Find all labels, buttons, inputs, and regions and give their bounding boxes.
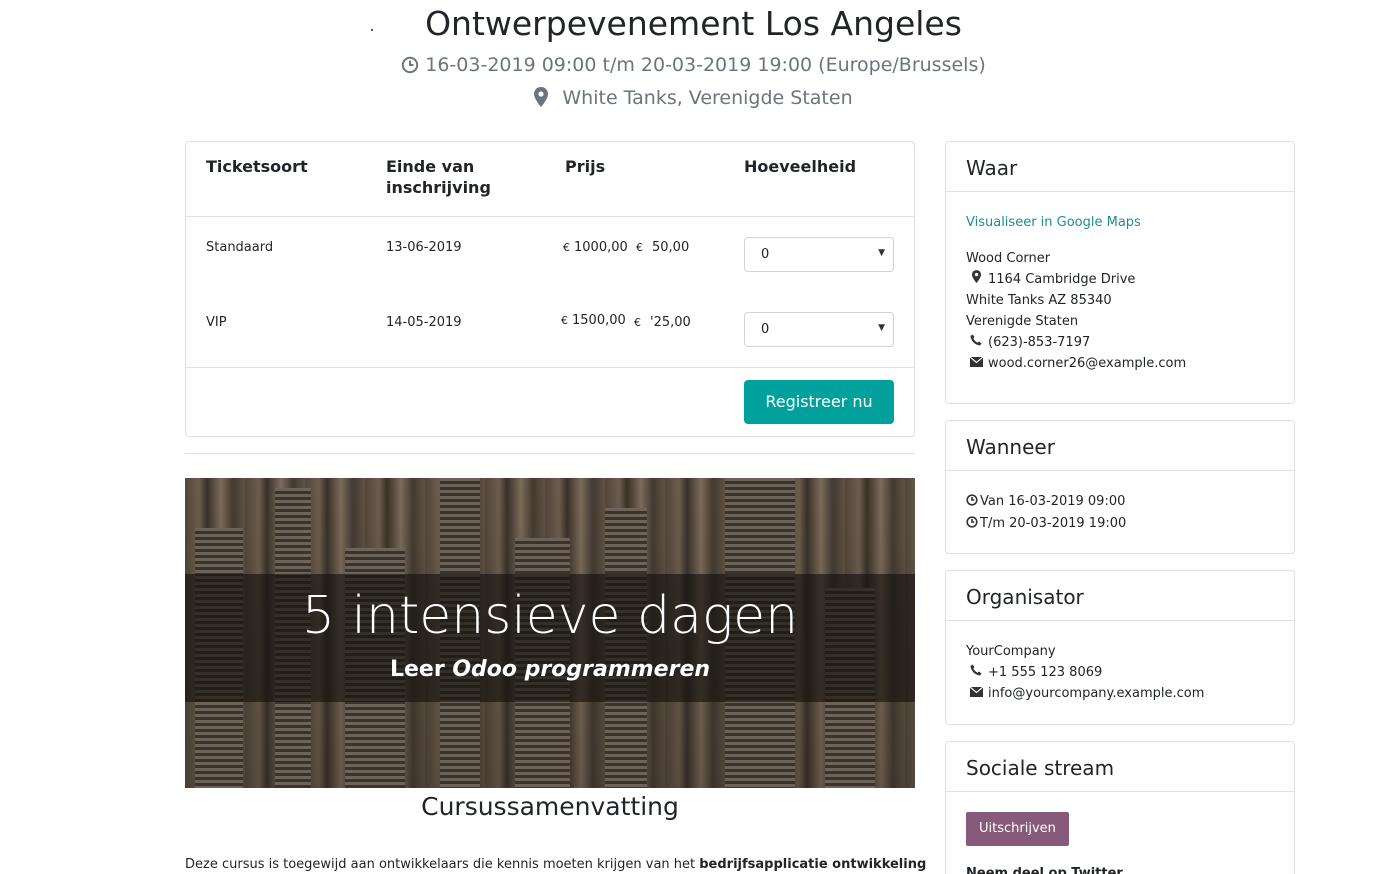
course-summary-bold: bedrijfsapplicatie ontwikkeling [699, 857, 927, 872]
when-to: T/m 20-03-2019 19:00 [966, 513, 1274, 535]
venue-phone-text: (623)-853-7197 [988, 335, 1091, 350]
venue-city: White Tanks AZ 85340 [966, 293, 1112, 308]
organizer-email: info@yourcompany.example.com [966, 683, 1274, 704]
when-from: Van 16-03-2019 09:00 [966, 491, 1274, 513]
table-row: Standaard 13-06-2019 €1000,00 €50,00 0 ▼ [186, 217, 914, 292]
organizer-card: Organisator YourCompany +1 555 123 8069 … [945, 570, 1295, 725]
course-summary-text: Deze cursus is toegewijd aan ontwikkelaa… [185, 856, 926, 874]
ticket-old-price: €1000,00 [563, 240, 628, 255]
caret-down-icon: ▼ [878, 248, 885, 258]
where-card: Waar Visualiseer in Google Maps Wood Cor… [945, 141, 1295, 404]
organizer-email-text: info@yourcompany.example.com [988, 686, 1205, 701]
event-location: White Tanks, Verenigde Staten [0, 86, 1387, 113]
venue-email-text: wood.corner26@example.com [988, 356, 1187, 371]
social-card: Sociale stream Uitschrijven Neem deel op… [945, 741, 1295, 874]
envelope-icon [968, 683, 984, 704]
ticket-table: Ticketsoort Einde van inschrijving Prijs… [185, 141, 915, 437]
divider [185, 453, 915, 454]
organizer-name: YourCompany [966, 644, 1056, 659]
venue-street: 1164 Cambridge Drive [966, 269, 1274, 290]
header-quantity: Hoeveelheid [744, 157, 857, 176]
twitter-heading: Neem deel op Twitter [966, 866, 1123, 874]
organizer-phone-text: +1 555 123 8069 [988, 665, 1103, 680]
currency-symbol: € [563, 241, 570, 254]
quantity-selected-value: 0 [761, 247, 770, 262]
header-price: Prijs [565, 157, 606, 176]
caret-down-icon: ▼ [878, 323, 885, 333]
when-card: Wanneer Van 16-03-2019 09:00 T/m 20-03-2… [945, 420, 1295, 554]
banner-subtitle: Leer Odoo programmeren [185, 656, 915, 684]
organizer-phone: +1 555 123 8069 [966, 662, 1274, 683]
course-summary-prefix: Deze cursus is toegewijd aan ontwikkelaa… [185, 857, 700, 872]
venue-phone: (623)-853-7197 [966, 332, 1274, 353]
ticket-new-price: € '25,00 [634, 315, 691, 330]
course-summary-title: Cursussamenvatting [421, 792, 679, 821]
when-to-text: T/m 20-03-2019 19:00 [980, 516, 1127, 531]
banner-title: 5 intensieve dagen [301, 586, 799, 646]
quantity-select-vip[interactable]: 0 ▼ [744, 312, 894, 347]
when-title: Wanneer [946, 421, 1294, 471]
ticket-end-date: 13-06-2019 [386, 240, 462, 255]
ticket-table-header: Ticketsoort Einde van inschrijving Prijs… [186, 142, 914, 217]
old-price-value: 1000,00 [574, 240, 628, 255]
header-registration-end-line2: inschrijving [386, 178, 491, 197]
clock-icon [966, 492, 980, 513]
banner-subtitle-emphasis: Odoo programmeren [452, 657, 711, 682]
unsubscribe-button[interactable]: Uitschrijven [966, 812, 1069, 846]
organizer-title: Organisator [946, 571, 1294, 621]
phone-icon [968, 332, 984, 353]
venue-street-text: 1164 Cambridge Drive [988, 272, 1136, 287]
header-registration-end-line1: Einde van [386, 157, 475, 176]
banner-image: 5 intensieve dagen Leer Odoo programmere… [185, 478, 915, 788]
map-marker-icon [968, 269, 984, 290]
where-title: Waar [946, 142, 1294, 192]
old-price-value: 1500,00 [572, 313, 626, 328]
venue-email: wood.corner26@example.com [966, 353, 1274, 374]
ticket-type: VIP [206, 315, 227, 330]
clock-icon [401, 56, 419, 80]
envelope-icon [968, 353, 984, 374]
clock-icon [966, 514, 980, 535]
currency-symbol: € [561, 314, 568, 327]
social-title: Sociale stream [946, 742, 1294, 792]
venue-name: Wood Corner [966, 251, 1051, 266]
event-date-text: 16-03-2019 09:00 t/m 20-03-2019 19:00 (E… [425, 54, 986, 76]
venue-country: Verenigde Staten [966, 314, 1079, 329]
event-date-range: 16-03-2019 09:00 t/m 20-03-2019 19:00 (E… [0, 53, 1387, 80]
quantity-selected-value: 0 [761, 322, 770, 337]
google-maps-link[interactable]: Visualiseer in Google Maps [966, 212, 1274, 233]
ticket-table-footer: Registreer nu [186, 367, 914, 437]
ticket-new-price: €50,00 [636, 240, 689, 255]
event-title: Ontwerpevenement Los Angeles [425, 4, 962, 43]
ticket-old-price: €1500,00 [561, 313, 626, 328]
currency-symbol: € [634, 316, 641, 329]
ticket-end-date: 14-05-2019 [386, 315, 462, 330]
banner-subtitle-prefix: Leer [389, 657, 453, 682]
when-from-text: Van 16-03-2019 09:00 [980, 494, 1126, 509]
table-row: VIP 14-05-2019 €1500,00 € '25,00 0 ▼ [186, 292, 914, 367]
ticket-type: Standaard [206, 240, 274, 255]
header-ticket-type: Ticketsoort [206, 157, 308, 176]
quantity-select-standaard[interactable]: 0 ▼ [744, 237, 894, 272]
register-button[interactable]: Registreer nu [744, 380, 894, 424]
phone-icon [968, 662, 984, 683]
currency-symbol: € [636, 241, 643, 254]
event-location-text: White Tanks, Verenigde Staten [562, 87, 853, 109]
header-registration-end: Einde van inschrijving [386, 156, 491, 198]
new-price-value: '25,00 [650, 315, 691, 330]
new-price-value: 50,00 [652, 240, 690, 255]
map-marker-icon [534, 87, 549, 113]
